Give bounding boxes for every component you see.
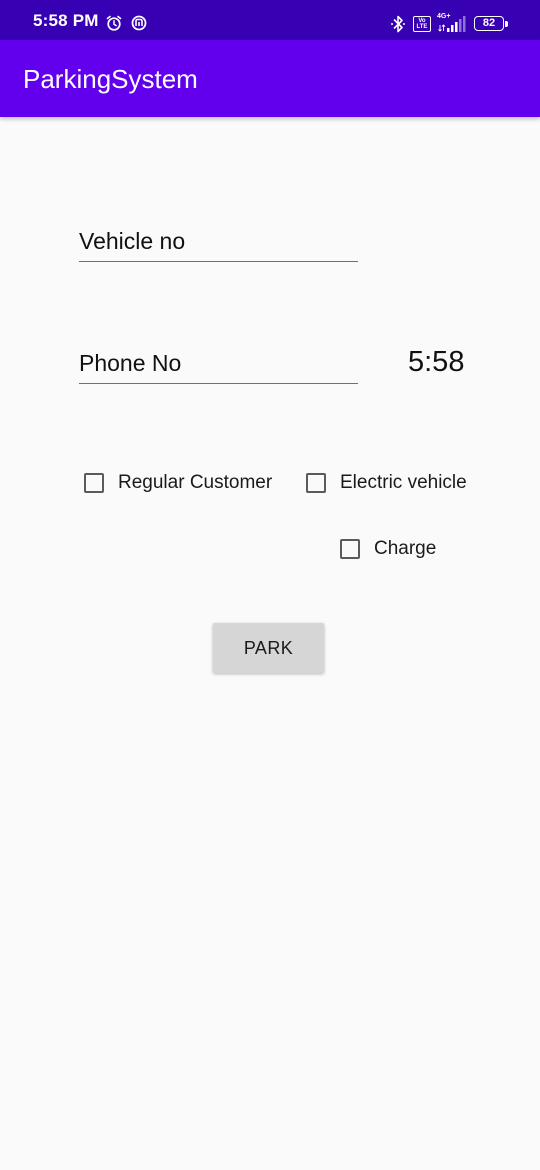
- signal-icon: 4G+: [437, 13, 467, 32]
- regular-customer-label: Regular Customer: [118, 472, 273, 493]
- volte-icon: Vo LTE: [413, 16, 431, 32]
- battery-tip: [505, 21, 508, 27]
- charge-checkbox[interactable]: Charge: [340, 538, 436, 560]
- phone-number-field[interactable]: [79, 344, 358, 384]
- vehicle-number-input[interactable]: [79, 222, 358, 261]
- park-button[interactable]: PARK: [213, 623, 324, 673]
- alarm-icon: [106, 15, 122, 31]
- checkbox-box[interactable]: [306, 473, 326, 493]
- phone-number-input[interactable]: [79, 344, 358, 383]
- electric-vehicle-label: Electric vehicle: [340, 472, 467, 493]
- current-time-display: 5:58: [408, 346, 465, 378]
- status-bar: 5:58 PM Vo LTE 4G+ 82: [0, 0, 540, 40]
- charge-label: Charge: [374, 538, 437, 559]
- app-title: ParkingSystem: [23, 64, 198, 94]
- battery-icon: 82: [474, 16, 504, 31]
- vehicle-number-field[interactable]: [79, 222, 358, 262]
- bluetooth-icon: [391, 15, 405, 33]
- checkbox-box[interactable]: [84, 473, 104, 493]
- sync-icon: [131, 15, 147, 31]
- checkbox-box[interactable]: [340, 539, 360, 559]
- app-bar: ParkingSystem: [0, 40, 540, 117]
- electric-vehicle-checkbox[interactable]: Electric vehicle: [306, 472, 467, 494]
- status-time: 5:58 PM: [33, 11, 99, 30]
- regular-customer-checkbox[interactable]: Regular Customer: [84, 472, 272, 494]
